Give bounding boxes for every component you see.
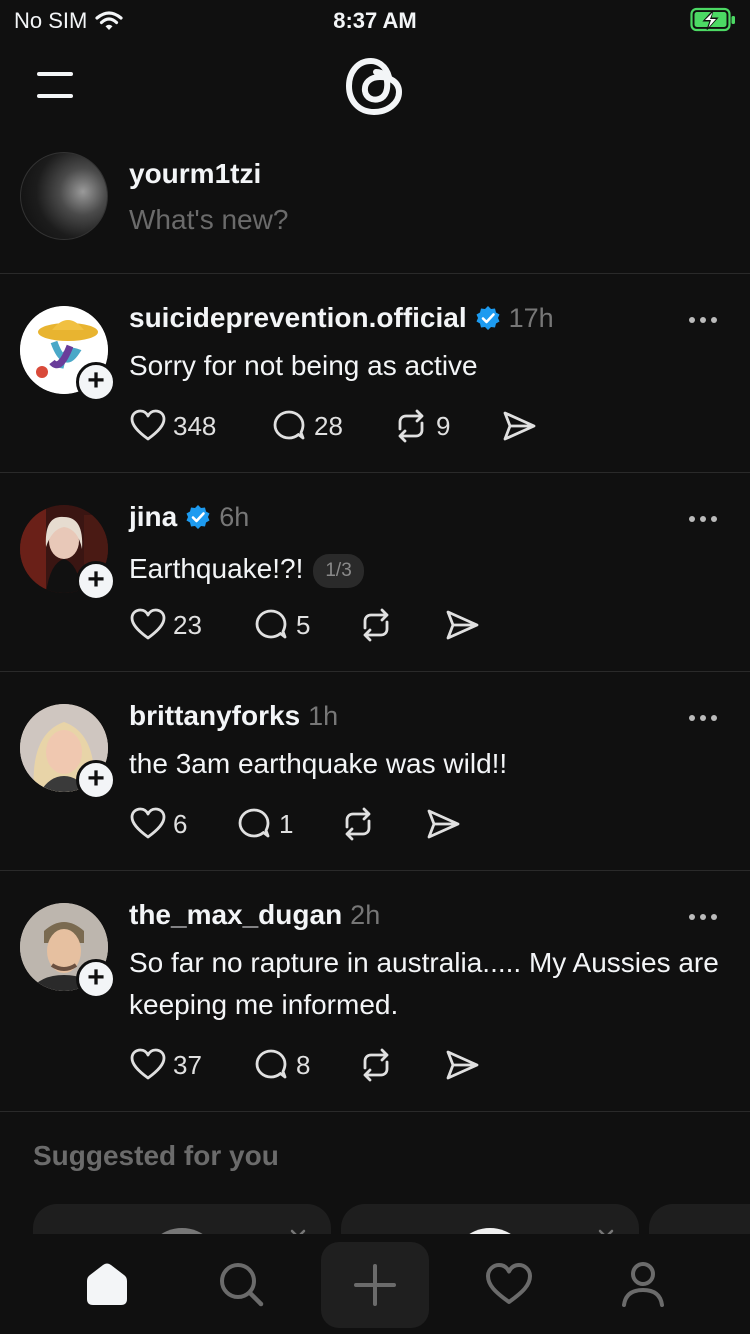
post-text: the 3am earthquake was wild!! bbox=[129, 748, 508, 779]
status-bar: No SIM 8:37 AM bbox=[0, 0, 750, 40]
tab-search[interactable] bbox=[211, 1254, 271, 1314]
tab-home[interactable] bbox=[77, 1254, 137, 1314]
repost-icon bbox=[363, 608, 389, 642]
heart-icon bbox=[130, 1048, 166, 1080]
repost-button[interactable] bbox=[339, 805, 424, 843]
post-time: 1h bbox=[308, 700, 339, 731]
post-time: 2h bbox=[350, 899, 381, 930]
heart-icon bbox=[130, 608, 166, 640]
reply-count: 28 bbox=[314, 410, 343, 441]
post[interactable]: + brittanyforks 1h the 3am earthquake wa… bbox=[0, 672, 750, 871]
reply-count: 1 bbox=[279, 808, 294, 839]
composer[interactable]: yourm1tzi What's new? bbox=[0, 140, 750, 274]
repost-icon bbox=[345, 807, 371, 841]
tab-bar bbox=[0, 1234, 750, 1334]
comment-icon bbox=[255, 609, 287, 639]
more-options-icon[interactable] bbox=[688, 913, 718, 921]
post-text: So far no rapture in australia..... My A… bbox=[129, 947, 719, 1020]
send-icon bbox=[446, 1050, 479, 1080]
send-icon bbox=[427, 809, 460, 839]
clock: 8:37 AM bbox=[333, 8, 417, 33]
follow-button[interactable]: + bbox=[76, 760, 116, 800]
repost-icon bbox=[398, 409, 424, 443]
post-username[interactable]: suicideprevention.official bbox=[129, 302, 467, 334]
repost-button[interactable] bbox=[357, 1046, 443, 1084]
battery-charging-icon bbox=[690, 7, 735, 32]
post-text: Earthquake!?! bbox=[129, 553, 304, 584]
tab-profile[interactable] bbox=[613, 1254, 673, 1314]
like-count: 37 bbox=[173, 1049, 202, 1080]
follow-button[interactable]: + bbox=[76, 561, 116, 601]
repost-icon bbox=[363, 1048, 389, 1082]
like-button[interactable]: 23 bbox=[129, 606, 252, 644]
like-button[interactable]: 348 bbox=[129, 407, 270, 445]
profile-icon bbox=[622, 1262, 664, 1307]
search-icon bbox=[220, 1263, 264, 1307]
more-options-icon[interactable] bbox=[688, 515, 718, 523]
post-time: 6h bbox=[219, 501, 250, 532]
post-time: 17h bbox=[508, 302, 554, 333]
share-button[interactable] bbox=[443, 1046, 481, 1084]
home-icon bbox=[87, 1263, 127, 1305]
more-options-icon[interactable] bbox=[688, 714, 718, 722]
avatar[interactable] bbox=[20, 152, 108, 240]
follow-button[interactable]: + bbox=[76, 959, 116, 999]
follow-button[interactable]: + bbox=[76, 362, 116, 402]
menu-icon[interactable] bbox=[37, 70, 75, 100]
reply-button[interactable]: 5 bbox=[252, 606, 357, 644]
share-button[interactable] bbox=[443, 606, 481, 644]
comment-icon bbox=[273, 410, 305, 440]
repost-button[interactable] bbox=[357, 606, 443, 644]
post[interactable]: + suicideprevention.official 17h Sorry f… bbox=[0, 274, 750, 473]
new-post-input[interactable]: What's new? bbox=[129, 204, 288, 236]
like-button[interactable]: 37 bbox=[129, 1046, 252, 1084]
share-button[interactable] bbox=[424, 805, 462, 843]
send-icon bbox=[503, 411, 536, 441]
like-count: 348 bbox=[173, 410, 217, 441]
compose-icon bbox=[354, 1264, 396, 1306]
tab-activity[interactable] bbox=[479, 1254, 539, 1314]
threads-logo-icon[interactable] bbox=[343, 53, 407, 119]
share-button[interactable] bbox=[500, 407, 538, 445]
comment-icon bbox=[255, 1049, 287, 1079]
verified-badge-icon bbox=[476, 306, 500, 330]
like-count: 6 bbox=[173, 808, 188, 839]
post[interactable]: + jina 6h Earthquake!?! 1/3 23 5 bbox=[0, 473, 750, 672]
repost-count: 9 bbox=[436, 410, 451, 441]
reply-count: 5 bbox=[296, 609, 311, 640]
media-page-indicator: 1/3 bbox=[313, 553, 364, 588]
heart-icon bbox=[130, 807, 166, 839]
tab-compose[interactable] bbox=[321, 1242, 429, 1328]
post-username[interactable]: brittanyforks bbox=[129, 700, 300, 732]
post-username[interactable]: jina bbox=[129, 501, 177, 533]
composer-username: yourm1tzi bbox=[129, 158, 262, 189]
reply-button[interactable]: 8 bbox=[252, 1046, 357, 1084]
like-count: 23 bbox=[173, 609, 202, 640]
post-text: Sorry for not being as active bbox=[129, 350, 478, 381]
heart-icon bbox=[130, 409, 166, 441]
like-button[interactable]: 6 bbox=[129, 805, 235, 843]
more-options-icon[interactable] bbox=[688, 316, 718, 324]
post[interactable]: + the_max_dugan 2h So far no rapture in … bbox=[0, 871, 750, 1112]
suggested-title: Suggested for you bbox=[33, 1140, 279, 1171]
verified-badge-icon bbox=[186, 505, 210, 529]
repost-button[interactable]: 9 bbox=[392, 407, 500, 445]
heart-icon bbox=[486, 1263, 532, 1304]
send-icon bbox=[446, 610, 479, 640]
reply-count: 8 bbox=[296, 1049, 311, 1080]
post-username[interactable]: the_max_dugan bbox=[129, 899, 342, 931]
reply-button[interactable]: 28 bbox=[270, 407, 392, 445]
reply-button[interactable]: 1 bbox=[235, 805, 339, 843]
comment-icon bbox=[238, 808, 270, 838]
